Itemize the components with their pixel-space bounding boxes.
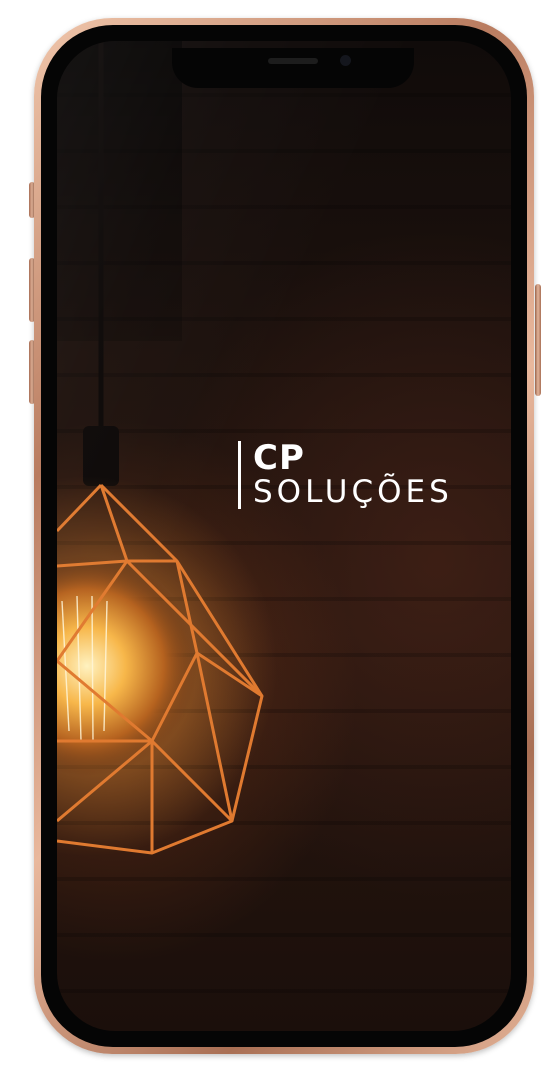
logo-subtitle: SOLUÇÕES xyxy=(253,474,453,510)
front-camera-icon xyxy=(340,55,351,66)
screen-notch xyxy=(172,48,414,88)
logo-divider-bar xyxy=(238,441,241,509)
glass-reflection xyxy=(57,41,511,1031)
splash-screen[interactable]: CP SOLUÇÕES xyxy=(57,41,511,1031)
logo-title: CP xyxy=(253,438,305,478)
brand-logo: CP SOLUÇÕES xyxy=(238,441,453,509)
phone-bezel: CP SOLUÇÕES xyxy=(41,25,527,1047)
power-button xyxy=(535,284,541,396)
earpiece-speaker-icon xyxy=(268,58,318,64)
logo-text: CP SOLUÇÕES xyxy=(253,441,453,509)
device-mockup: CP SOLUÇÕES xyxy=(0,0,555,1079)
phone-frame: CP SOLUÇÕES xyxy=(34,18,534,1054)
